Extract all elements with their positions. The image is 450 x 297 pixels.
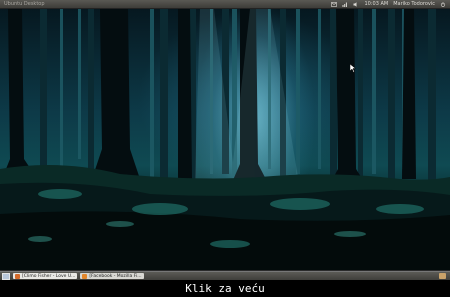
- trash-icon[interactable]: [439, 273, 446, 279]
- mail-icon[interactable]: [331, 1, 338, 7]
- taskbar-item-label: [Climo Fisher - Love U...: [22, 273, 76, 279]
- taskbar-item[interactable]: [Climo Fisher - Love U...: [13, 273, 78, 279]
- volume-icon[interactable]: [353, 1, 359, 7]
- bottom-panel: [Climo Fisher - Love U... [Facebook - Mo…: [0, 271, 450, 280]
- power-icon[interactable]: [440, 1, 446, 7]
- network-icon[interactable]: [342, 2, 348, 7]
- user-menu[interactable]: Mariko Todorovic: [393, 1, 435, 7]
- firefox-icon: [82, 273, 88, 279]
- desktop-wallpaper: [0, 9, 450, 270]
- player-icon: [15, 273, 20, 279]
- taskbar-item-label: [Facebook - Mozilla Fi...: [89, 273, 142, 279]
- taskbar-item[interactable]: [Facebook - Mozilla Fi...: [80, 273, 144, 279]
- clock[interactable]: 10:03 AM: [364, 1, 388, 7]
- mouse-cursor: [350, 64, 356, 73]
- system-tray: 10:03 AM Mariko Todorovic: [331, 0, 446, 8]
- forest-wallpaper: [0, 9, 450, 270]
- click-to-enlarge-caption[interactable]: Klik za veću: [0, 280, 450, 297]
- show-desktop-icon[interactable]: [2, 272, 10, 280]
- top-panel: Ubuntu Desktop 10:03 AM Mariko Todorovic: [0, 0, 450, 9]
- window-title: Ubuntu Desktop: [4, 1, 45, 7]
- screen: Ubuntu Desktop 10:03 AM Mariko Todorovic: [0, 0, 450, 297]
